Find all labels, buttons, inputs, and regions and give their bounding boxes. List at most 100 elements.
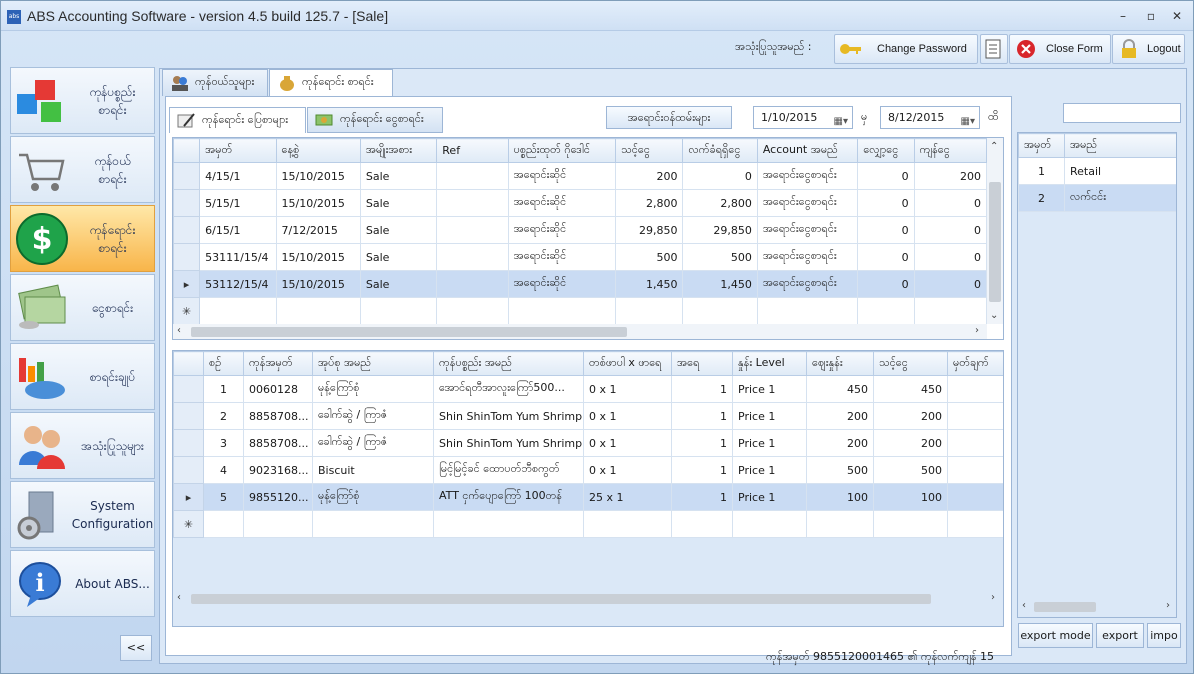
item-col-header[interactable]: ကုန်အမှတ် [243, 351, 313, 376]
invoice-cell[interactable]: အရောင်းဆိုင် [507, 270, 617, 298]
customer-cell[interactable]: 2 [1018, 184, 1065, 212]
minimize-icon[interactable]: – [1111, 7, 1135, 25]
import-button[interactable]: impo [1147, 623, 1181, 648]
item-cell[interactable]: 200 [806, 402, 874, 430]
invoice-row[interactable]: 6/15/1 7/12/2015 Sale အရောင်းဆိုင် 29,850 29,… [173, 216, 988, 244]
new-row-cell[interactable] [436, 297, 509, 325]
invoice-cell[interactable]: အရောင်းငွေစာရင်း [756, 189, 859, 217]
new-row-cell[interactable] [359, 297, 438, 325]
invoice-col-header[interactable]: Account အမည် [756, 138, 859, 163]
hscroll-thumb[interactable] [1034, 602, 1096, 612]
item-row[interactable]: 2 8858708... ခေါက်ဆွဲ / ကြာဇံ Shin ShinTom … [173, 402, 1003, 430]
invoice-cell[interactable]: 5/15/1 [199, 189, 277, 217]
item-cell[interactable]: 8858708... [243, 402, 313, 430]
nav-system-config[interactable]: System Configuration [10, 481, 155, 548]
calendar-icon[interactable]: ▦▾ [961, 111, 975, 132]
invoice-col-header[interactable]: နေ့စွဲ [275, 138, 361, 163]
invoice-row[interactable]: ▸ 53112/15/4 15/10/2015 Sale အရောင်းဆိုင် 1,4… [173, 270, 988, 298]
invoice-col-header[interactable]: သင့်ငွေ [615, 138, 684, 163]
item-cell[interactable]: 200 [873, 429, 948, 457]
scroll-left-icon[interactable]: ‹ [177, 325, 181, 336]
invoice-col-header[interactable]: ပစ္စည်းထုတ် ဂိုဒေါင် [507, 138, 617, 163]
item-cell[interactable]: 2 [203, 402, 244, 430]
invoice-cell[interactable]: 0 [857, 216, 915, 244]
item-cell[interactable]: ATT ငှက်ပျောကြော် 100တန် [433, 483, 584, 511]
subtab-invoices[interactable]: ကုန်ရောင်း ပြေစာများ [169, 107, 306, 133]
invoice-cell[interactable]: 7/12/2015 [275, 216, 361, 244]
item-cell[interactable]: 500 [873, 456, 948, 484]
invoice-cell[interactable]: 2,800 [615, 189, 684, 217]
invoice-col-header[interactable]: Ref [436, 138, 509, 163]
invoices-vscroll[interactable]: ⌃ ⌄ [987, 138, 1003, 324]
invoice-cell[interactable]: 15/10/2015 [275, 162, 361, 190]
customer-col-header[interactable]: အမှတ် [1018, 133, 1065, 158]
item-row[interactable]: 4 9023168... Biscuit မြင့်မြင့်ခင် ထောပတ်ဘီ… [173, 456, 1003, 484]
new-row-cell[interactable] [433, 510, 584, 538]
invoice-row[interactable]: 53111/15/4 15/10/2015 Sale အရောင်းဆိုင် 500 5… [173, 243, 988, 271]
invoice-cell[interactable]: 15/10/2015 [275, 243, 361, 271]
item-cell[interactable]: 1 [671, 402, 733, 430]
change-password-button[interactable]: Change Password [834, 34, 978, 64]
item-cell[interactable]: 0 x 1 [583, 402, 672, 430]
customer-cell[interactable]: 1 [1018, 157, 1065, 185]
nav-products[interactable]: ကုန်ပစ္စည်း စာရင်း [10, 67, 155, 134]
invoice-cell[interactable]: 4/15/1 [199, 162, 277, 190]
collapse-nav-button[interactable]: << [120, 635, 152, 661]
item-cell[interactable]: 4 [203, 456, 244, 484]
item-cell[interactable]: Price 1 [732, 402, 807, 430]
invoice-cell[interactable]: 15/10/2015 [275, 270, 361, 298]
tab-customers[interactable]: ကုန်ဝယ်သူများ [162, 69, 268, 96]
customer-row[interactable]: 1 Retail [1018, 157, 1176, 185]
invoice-col-header[interactable]: လက်ခံရရှိငွေ [682, 138, 758, 163]
customer-col-header[interactable]: အမည် [1064, 133, 1176, 158]
items-hscroll[interactable]: ‹ › [173, 591, 1003, 607]
item-cell[interactable]: မုန့်ကြော်စုံ [312, 483, 434, 511]
invoice-cell[interactable] [436, 216, 509, 244]
scroll-up-icon[interactable]: ⌃ [990, 141, 998, 152]
item-cell[interactable]: 0060128 [243, 375, 313, 403]
invoice-col-header[interactable]: လျှော့ငွေ [857, 138, 915, 163]
item-col-header[interactable]: မှတ်ချက် [947, 351, 1003, 376]
item-row[interactable]: ▸ 5 9855120... မုန့်ကြော်စုံ ATT ငှက်ပျောကြေ… [173, 483, 1003, 511]
item-cell[interactable]: 1 [671, 375, 733, 403]
new-row-cell[interactable] [243, 510, 313, 538]
new-row-cell[interactable] [756, 297, 859, 325]
hscroll-thumb[interactable] [191, 327, 627, 337]
row-indicator[interactable] [173, 162, 201, 190]
item-cell[interactable] [947, 483, 1003, 511]
customer-row[interactable]: 2 လက်ငင်း [1018, 184, 1176, 212]
item-row[interactable]: 3 8858708... ခေါက်ဆွဲ / ကြာဇံ Shin ShinTom … [173, 429, 1003, 457]
invoice-cell[interactable]: Sale [359, 243, 438, 271]
new-row-cell[interactable] [507, 297, 617, 325]
row-indicator[interactable] [173, 429, 204, 457]
scroll-right-icon[interactable]: › [1166, 600, 1170, 611]
item-cell[interactable]: မြင့်မြင့်ခင် ထောပတ်ဘီစကွတ် [433, 456, 584, 484]
item-cell[interactable]: 100 [806, 483, 874, 511]
export-mode-button[interactable]: export mode [1018, 623, 1093, 648]
invoice-cell[interactable]: 53111/15/4 [199, 243, 277, 271]
item-row[interactable]: 1 0060128 မုန့်ကြော်စုံ အောင်ရတီအာလူးကြော်5… [173, 375, 1003, 403]
item-cell[interactable]: 1 [671, 456, 733, 484]
row-indicator[interactable]: ▸ [173, 483, 204, 511]
invoice-cell[interactable]: အရောင်းငွေစာရင်း [756, 216, 859, 244]
new-row-cell[interactable] [671, 510, 733, 538]
invoice-cell[interactable]: 500 [615, 243, 684, 271]
new-row-cell[interactable] [732, 510, 807, 538]
item-cell[interactable]: 9855120... [243, 483, 313, 511]
item-col-header[interactable]: အုပ်စု အမည် [312, 351, 434, 376]
scroll-left-icon[interactable]: ‹ [177, 592, 181, 603]
invoice-row[interactable]: 5/15/1 15/10/2015 Sale အရောင်းဆိုင် 2,800 2,8… [173, 189, 988, 217]
invoice-cell[interactable]: 1,450 [615, 270, 684, 298]
item-cell[interactable]: Shin ShinTom Yum Shrimp [433, 402, 584, 430]
invoice-cell[interactable]: 0 [857, 162, 915, 190]
invoice-cell[interactable]: 0 [857, 189, 915, 217]
row-indicator[interactable]: ▸ [173, 270, 201, 298]
customer-cell[interactable]: လက်ငင်း [1064, 184, 1176, 212]
item-col-header[interactable]: စဉ် [203, 351, 244, 376]
invoice-cell[interactable]: Sale [359, 216, 438, 244]
item-col-header[interactable]: အရေ [671, 351, 733, 376]
item-cell[interactable]: 450 [873, 375, 948, 403]
hscroll-thumb[interactable] [191, 594, 931, 604]
new-row-cell[interactable] [275, 297, 361, 325]
invoice-row[interactable]: 4/15/1 15/10/2015 Sale အရောင်းဆိုင် 200 0 အရော… [173, 162, 988, 190]
